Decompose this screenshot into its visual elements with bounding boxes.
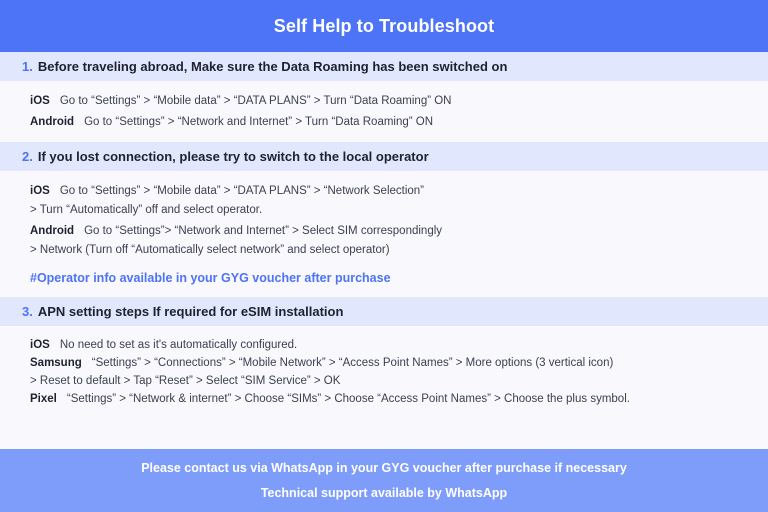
section-1-body: iOS Go to “Settings” > “Mobile data” > “… <box>0 81 768 142</box>
section-2-row-ios: iOS Go to “Settings” > “Mobile data” > “… <box>30 185 768 197</box>
section-3-row-ios: iOS No need to set as it's automatically… <box>30 339 768 351</box>
section-3-title: APN setting steps If required for eSIM i… <box>37 304 344 319</box>
page-title: Self Help to Troubleshoot <box>273 15 495 36</box>
section-2-number: 2. <box>22 149 33 164</box>
platform-label-ios: iOS <box>30 95 50 107</box>
section-2: 2. If you lost connection, please try to… <box>0 142 768 297</box>
platform-steps-samsung: “Settings” > “Connections” > “Mobile Net… <box>91 357 614 369</box>
platform-steps-pixel: “Settings” > “Network & internet” > Choo… <box>66 393 630 405</box>
section-1-header-band: 1. Before traveling abroad, Make sure th… <box>0 52 768 81</box>
section-1-row-ios: iOS Go to “Settings” > “Mobile data” > “… <box>30 95 768 107</box>
platform-steps-ios: Go to “Settings” > “Mobile data” > “DATA… <box>59 95 452 107</box>
section-2-title: If you lost connection, please try to sw… <box>37 149 429 164</box>
section-2-body: iOS Go to “Settings” > “Mobile data” > “… <box>0 171 768 297</box>
platform-label-android: Android <box>30 116 75 128</box>
section-1-heading: 1. Before traveling abroad, Make sure th… <box>0 59 507 74</box>
footer-contact-line: Please contact us via WhatsApp in your G… <box>141 460 627 475</box>
section-2-row-ios-continuation: > Turn “Automatically” off and select op… <box>30 204 263 216</box>
platform-steps-android: Go to “Settings” > “Network and Internet… <box>84 116 434 128</box>
page-footer: Please contact us via WhatsApp in your G… <box>0 449 768 512</box>
section-3-row-pixel: Pixel “Settings” > “Network & internet” … <box>30 393 768 405</box>
platform-steps-ios: No need to set as it's automatically con… <box>59 339 298 351</box>
section-2-row-android-continuation: > Network (Turn off “Automatically selec… <box>30 244 390 256</box>
platform-label-samsung: Samsung <box>30 357 82 369</box>
sections-container: 1. Before traveling abroad, Make sure th… <box>0 52 768 449</box>
section-2-operator-note: #Operator info available in your GYG vou… <box>30 271 391 285</box>
section-3-body: iOS No need to set as it's automatically… <box>0 326 768 421</box>
platform-label-pixel: Pixel <box>30 393 57 405</box>
platform-label-ios: iOS <box>30 185 50 197</box>
section-2-header-band: 2. If you lost connection, please try to… <box>0 142 768 171</box>
footer-support-line: Technical support available by WhatsApp <box>260 486 508 500</box>
platform-label-ios: iOS <box>30 339 50 351</box>
section-2-row-android: Android Go to “Settings”> “Network and I… <box>30 225 768 237</box>
section-1-row-android: Android Go to “Settings” > “Network and … <box>30 116 768 128</box>
troubleshoot-info-card: Self Help to Troubleshoot 1. Before trav… <box>0 0 768 512</box>
section-1-number: 1. <box>22 59 33 74</box>
page-header: Self Help to Troubleshoot <box>0 0 768 52</box>
platform-steps-android: Go to “Settings”> “Network and Internet”… <box>84 225 443 237</box>
section-3-number: 3. <box>22 304 33 319</box>
section-3: 3. APN setting steps If required for eSI… <box>0 297 768 421</box>
section-3-row-samsung: Samsung “Settings” > “Connections” > “Mo… <box>30 357 768 369</box>
section-3-row-samsung-continuation: > Reset to default > Tap “Reset” > Selec… <box>30 375 341 387</box>
section-1: 1. Before traveling abroad, Make sure th… <box>0 52 768 142</box>
section-1-title: Before traveling abroad, Make sure the D… <box>37 59 508 74</box>
section-2-heading: 2. If you lost connection, please try to… <box>0 149 429 164</box>
section-3-heading: 3. APN setting steps If required for eSI… <box>0 304 343 319</box>
section-3-header-band: 3. APN setting steps If required for eSI… <box>0 297 768 326</box>
platform-label-android: Android <box>30 225 75 237</box>
platform-steps-ios: Go to “Settings” > “Mobile data” > “DATA… <box>59 185 425 197</box>
